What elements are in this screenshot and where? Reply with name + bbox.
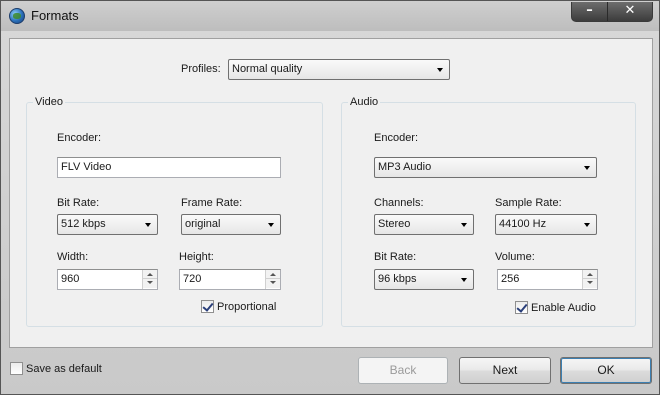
chevron-down-icon [145, 223, 151, 227]
chevron-down-icon [461, 278, 467, 282]
checkbox-checked-icon[interactable] [515, 301, 528, 314]
height-label: Height: [179, 251, 214, 263]
height-value: 720 [183, 273, 202, 285]
audio-encoder-dropdown[interactable]: MP3 Audio [374, 157, 597, 178]
dialog-body: Profiles: Normal quality Video Encoder: … [9, 38, 653, 348]
video-group-title: Video [33, 96, 65, 108]
chevron-down-icon [584, 166, 590, 170]
checkbox-checked-icon[interactable] [201, 300, 214, 313]
video-encoder-field[interactable]: FLV Video [57, 157, 281, 178]
next-button[interactable]: Next [459, 357, 551, 384]
audio-group-title: Audio [348, 96, 381, 108]
samplerate-value: 44100 Hz [499, 218, 547, 230]
back-button[interactable]: Back [358, 357, 448, 384]
framerate-value: original [185, 218, 221, 230]
volume-stepper[interactable]: 256 [497, 269, 598, 290]
save-default-label: Save as default [26, 362, 102, 375]
minimize-button[interactable]: – [572, 2, 608, 21]
video-encoder-label: Encoder: [57, 132, 102, 144]
close-button[interactable]: ✕ [608, 2, 652, 21]
globe-icon [9, 8, 25, 24]
save-default-checkbox[interactable]: Save as default [10, 362, 102, 375]
height-stepper-buttons [265, 270, 280, 289]
video-encoder-value: FLV Video [61, 161, 112, 173]
audio-bitrate-dropdown[interactable]: 96 kbps [374, 269, 474, 290]
width-label: Width: [57, 251, 89, 263]
audio-encoder-label: Encoder: [374, 132, 419, 144]
width-stepper[interactable]: 960 [57, 269, 158, 290]
formats-window: Formats – ✕ Profiles: Normal quality Vid… [0, 0, 660, 395]
title-bar[interactable]: Formats – ✕ [1, 1, 659, 31]
profiles-value: Normal quality [232, 63, 303, 75]
spin-up-icon[interactable] [143, 270, 157, 279]
samplerate-label: Sample Rate: [495, 197, 562, 209]
enable-audio-label: Enable Audio [531, 301, 596, 314]
chevron-down-icon [268, 223, 274, 227]
volume-label: Volume: [495, 251, 535, 263]
chevron-down-icon [584, 223, 590, 227]
width-stepper-buttons [142, 270, 157, 289]
height-stepper[interactable]: 720 [179, 269, 281, 290]
volume-stepper-buttons [582, 270, 597, 289]
video-bitrate-label: Bit Rate: [57, 197, 100, 209]
audio-bitrate-label: Bit Rate: [374, 251, 417, 263]
audio-encoder-value: MP3 Audio [378, 161, 432, 173]
spin-up-icon[interactable] [266, 270, 280, 279]
channels-label: Channels: [374, 197, 424, 209]
spin-down-icon[interactable] [143, 279, 157, 288]
channels-value: Stereo [378, 218, 411, 230]
samplerate-dropdown[interactable]: 44100 Hz [495, 214, 597, 235]
enable-audio-checkbox[interactable]: Enable Audio [515, 301, 596, 314]
framerate-dropdown[interactable]: original [181, 214, 281, 235]
proportional-checkbox[interactable]: Proportional [201, 300, 276, 313]
video-bitrate-dropdown[interactable]: 512 kbps [57, 214, 158, 235]
spin-down-icon[interactable] [266, 279, 280, 288]
window-title: Formats [31, 8, 79, 23]
window-controls: – ✕ [571, 2, 653, 22]
ok-button[interactable]: OK [560, 357, 652, 384]
chevron-down-icon [461, 223, 467, 227]
spin-down-icon[interactable] [583, 279, 597, 288]
volume-value: 256 [501, 273, 520, 285]
video-bitrate-value: 512 kbps [61, 218, 106, 230]
profiles-label: Profiles: [181, 63, 221, 75]
spin-up-icon[interactable] [583, 270, 597, 279]
profiles-dropdown[interactable]: Normal quality [228, 59, 450, 80]
width-value: 960 [61, 273, 80, 285]
framerate-label: Frame Rate: [181, 197, 243, 209]
channels-dropdown[interactable]: Stereo [374, 214, 474, 235]
proportional-label: Proportional [217, 300, 277, 313]
checkbox-unchecked-icon[interactable] [10, 362, 23, 375]
chevron-down-icon [437, 68, 443, 72]
audio-bitrate-value: 96 kbps [378, 273, 417, 285]
